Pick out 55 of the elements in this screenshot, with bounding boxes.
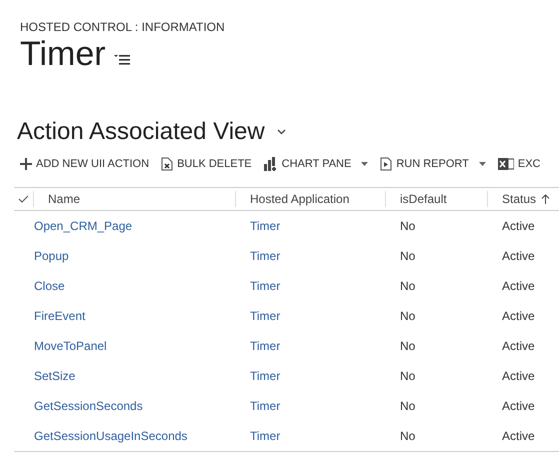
application-link[interactable]: Timer [250,308,280,322]
record-title: Timer [20,34,106,74]
caret-icon [478,162,486,166]
bar-chart-icon [264,157,278,172]
table-cell: No [400,338,416,352]
table-cell: Active [502,338,535,352]
view-title[interactable]: Action Associated View [17,114,265,150]
arrow-up-icon[interactable] [541,194,550,204]
chevron-down-icon[interactable] [276,129,286,135]
table-cell: No [400,398,416,412]
table-cell: Active [502,218,535,232]
table-cell: Active [502,248,535,262]
table-cell: No [400,278,416,292]
name-link[interactable]: SetSize [34,368,76,382]
application-link[interactable]: Timer [250,218,280,232]
table-cell: Active [502,368,535,382]
application-link[interactable]: Timer [250,428,280,442]
table-cell: No [400,308,416,322]
name-link[interactable]: MoveToPanel [34,338,107,352]
table-cell: Active [502,308,535,322]
toolbar-button[interactable]: CHART PANE [264,156,368,172]
application-link[interactable]: Timer [250,398,280,412]
document-x-icon [161,157,174,172]
table-cell: No [400,428,416,442]
name-link[interactable]: GetSessionSeconds [34,398,143,412]
application-link[interactable]: Timer [250,278,280,292]
caret-icon [361,162,368,166]
toolbar-button[interactable]: EXC [498,156,540,172]
table-cell: Active [502,398,535,412]
column-header[interactable]: isDefault [400,190,447,208]
table-cell: No [400,368,416,382]
name-link[interactable]: GetSessionUsageInSeconds [34,428,188,442]
toolbar-button[interactable]: RUN REPORT [380,156,486,172]
application-link[interactable]: Timer [250,368,280,382]
table-cell: No [400,218,416,232]
toolbar-button[interactable]: ADD NEW UII ACTION [20,156,150,172]
name-link[interactable]: Open_CRM_Page [34,218,132,232]
document-play-icon [380,157,392,172]
check-icon[interactable] [18,194,29,202]
name-link[interactable]: Close [34,278,65,292]
table-cell: Active [502,278,535,292]
plus-icon [20,158,32,170]
application-link[interactable]: Timer [250,338,280,352]
table-cell: No [400,248,416,262]
entity-label: HOSTED CONTROL : INFORMATION [20,19,226,36]
table-cell: Active [502,428,535,442]
application-link[interactable]: Timer [250,248,280,262]
column-header[interactable]: Hosted Application [250,190,350,208]
menu-icon[interactable] [114,54,130,66]
column-header[interactable]: Status [502,190,536,208]
column-header[interactable]: Name [48,190,80,208]
name-link[interactable]: FireEvent [34,308,86,322]
toolbar-button[interactable]: BULK DELETE [161,156,252,172]
name-link[interactable]: Popup [34,248,69,262]
spreadsheet-icon [498,157,514,172]
